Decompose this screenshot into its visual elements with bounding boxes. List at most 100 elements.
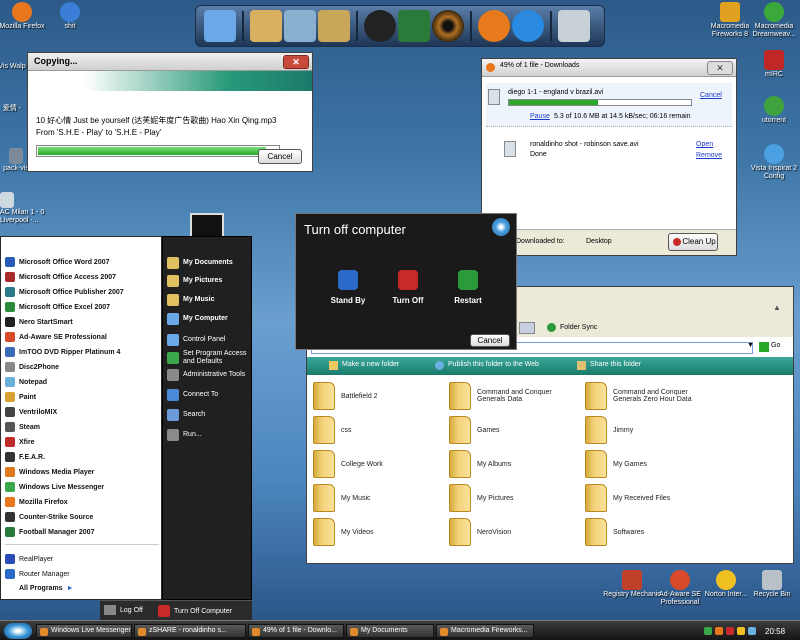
- folder-item[interactable]: My Games: [585, 449, 717, 479]
- task-share-folder[interactable]: Share this folder: [577, 361, 641, 370]
- start-right-item[interactable]: Run...: [167, 429, 251, 441]
- go-button[interactable]: Go: [759, 342, 780, 352]
- start-program-item[interactable]: Counter-Strike Source: [5, 510, 93, 524]
- restart-option[interactable]: Restart: [446, 270, 490, 305]
- start-program-item[interactable]: Windows Media Player: [5, 465, 94, 479]
- start-program-item[interactable]: Microsoft Office Excel 2007: [5, 300, 110, 314]
- taskbar-task[interactable]: 49% of 1 file - Downlo...: [248, 624, 344, 638]
- desktop-icon-mirc[interactable]: mIRC: [744, 50, 800, 79]
- desktop-icon-dreamweaver[interactable]: Macromedia Dreamweav...: [744, 2, 800, 39]
- my-computer-icon[interactable]: [204, 10, 236, 42]
- folder-item[interactable]: College Work: [313, 449, 445, 479]
- start-right-item[interactable]: Set Program Access and Defaults: [167, 350, 251, 366]
- download-cancel-link[interactable]: Cancel: [700, 92, 722, 99]
- start-right-item[interactable]: Control Panel: [167, 334, 251, 346]
- start-program-item[interactable]: VentriloMIX: [5, 405, 57, 419]
- tray-icon[interactable]: [704, 627, 712, 635]
- folder-item[interactable]: Softwares: [585, 517, 717, 547]
- download-remove-link[interactable]: Remove: [696, 152, 722, 159]
- toolbar-views-icon[interactable]: [519, 322, 535, 334]
- copying-cancel-button[interactable]: Cancel: [258, 149, 302, 164]
- turnoff-option[interactable]: Turn Off: [386, 270, 430, 305]
- folder-item[interactable]: Command and Conquer Generals Data: [449, 381, 581, 411]
- football-game-icon[interactable]: [398, 10, 430, 42]
- folder-icon[interactable]: [318, 10, 350, 42]
- start-program-item[interactable]: Microsoft Office Access 2007: [5, 270, 116, 284]
- taskbar-task[interactable]: Windows Live Messenger: [36, 624, 132, 638]
- folder-item[interactable]: Command and Conquer Generals Zero Hour D…: [585, 381, 717, 411]
- start-program-item[interactable]: Nero StartSmart: [5, 315, 73, 329]
- folder-item[interactable]: My Pictures: [449, 483, 581, 513]
- folder-item[interactable]: Jimmy: [585, 415, 717, 445]
- start-program-item[interactable]: Paint: [5, 390, 36, 404]
- counter-strike-icon[interactable]: [364, 10, 396, 42]
- start-program-item[interactable]: Microsoft Office Word 2007: [5, 255, 110, 269]
- cleanup-button[interactable]: Clean Up: [668, 233, 718, 251]
- folder-item[interactable]: My Received Files: [585, 483, 717, 513]
- task-publish-web[interactable]: Publish this folder to the Web: [435, 361, 539, 370]
- clock[interactable]: 20:58: [765, 627, 785, 636]
- start-right-item[interactable]: Search: [167, 409, 251, 421]
- start-program-item[interactable]: Disc2Phone: [5, 360, 59, 374]
- logoff-button[interactable]: Log Off: [104, 605, 143, 615]
- taskbar-task[interactable]: zSHARE - ronaldinho s...: [134, 624, 246, 638]
- tray-icon[interactable]: [748, 627, 756, 635]
- start-program-item[interactable]: Mozilla Firefox: [5, 495, 68, 509]
- download-pause-link[interactable]: Pause: [530, 113, 550, 120]
- all-programs-button[interactable]: All Programs ►: [19, 581, 74, 595]
- folder-item[interactable]: My Music: [313, 483, 445, 513]
- media-player-icon[interactable]: [512, 10, 544, 42]
- start-program-item[interactable]: F.E.A.R.: [5, 450, 45, 464]
- folder-item[interactable]: My Albums: [449, 449, 581, 479]
- start-right-item[interactable]: My Pictures: [167, 275, 251, 287]
- start-program-item[interactable]: ImTOO DVD Ripper Platinum 4: [5, 345, 120, 359]
- start-program-item[interactable]: Steam: [5, 420, 40, 434]
- tray-icon[interactable]: [737, 627, 745, 635]
- desktop-icon-acmilan[interactable]: AC Milan 1 - 0 Liverpool -...: [0, 192, 48, 225]
- close-button[interactable]: ✕: [707, 61, 733, 75]
- taskbar-task[interactable]: Macromedia Fireworks...: [436, 624, 534, 638]
- folder-item[interactable]: Games: [449, 415, 581, 445]
- firefox-icon[interactable]: [478, 10, 510, 42]
- start-program-item[interactable]: Microsoft Office Publisher 2007: [5, 285, 124, 299]
- folder-item[interactable]: NeroVision: [449, 517, 581, 547]
- folder-item[interactable]: css: [313, 415, 445, 445]
- start-recent-item[interactable]: Router Manager: [5, 567, 70, 581]
- task-make-folder[interactable]: Make a new folder: [329, 361, 399, 370]
- start-right-item[interactable]: My Documents: [167, 257, 251, 269]
- standby-option[interactable]: Stand By: [326, 270, 370, 305]
- start-program-item[interactable]: Windows Live Messenger: [5, 480, 104, 494]
- desktop-icon-recycle-bin[interactable]: Recycle Bin: [742, 570, 800, 599]
- start-right-item[interactable]: My Music: [167, 294, 251, 306]
- folder-sync-button[interactable]: Folder Sync: [547, 323, 597, 332]
- address-dropdown-icon[interactable]: ▼: [747, 342, 754, 349]
- start-program-item[interactable]: Xfire: [5, 435, 35, 449]
- folder-icon[interactable]: [284, 10, 316, 42]
- download-open-link[interactable]: Open: [696, 141, 713, 148]
- start-button[interactable]: [4, 623, 32, 639]
- desktop-icon-utorrent[interactable]: utorrent: [744, 96, 800, 125]
- start-recent-item[interactable]: RealPlayer: [5, 552, 53, 566]
- tray-icon[interactable]: [726, 627, 734, 635]
- start-program-item[interactable]: Football Manager 2007: [5, 525, 94, 539]
- eye-icon[interactable]: [432, 10, 464, 42]
- desktop-icon-vista-inspirat[interactable]: Vista Inspirat 2 Config: [744, 144, 800, 181]
- close-button[interactable]: ✕: [283, 55, 309, 69]
- start-right-item[interactable]: Connect To: [167, 389, 251, 401]
- start-right-item[interactable]: My Computer: [167, 313, 251, 325]
- folder-item[interactable]: My Videos: [313, 517, 445, 547]
- scroll-up-arrow[interactable]: ▲: [773, 303, 781, 312]
- folder-item[interactable]: Battlefield 2: [313, 381, 445, 411]
- desktop-icon-shit[interactable]: shit: [40, 2, 100, 31]
- recycle-bin-icon[interactable]: [558, 10, 590, 42]
- place-icon: [167, 313, 179, 325]
- start-right-item[interactable]: Administrative Tools: [167, 369, 251, 381]
- tray-icon[interactable]: [715, 627, 723, 635]
- turnoff-computer-button[interactable]: Turn Off Computer: [158, 605, 232, 617]
- folder-icon[interactable]: [250, 10, 282, 42]
- start-program-item[interactable]: Notepad: [5, 375, 47, 389]
- taskbar-task[interactable]: My Documents: [346, 624, 434, 638]
- start-program-item[interactable]: Ad-Aware SE Professional: [5, 330, 107, 344]
- downloaded-to-value[interactable]: Desktop: [586, 238, 612, 245]
- turnoff-cancel-button[interactable]: Cancel: [470, 334, 510, 347]
